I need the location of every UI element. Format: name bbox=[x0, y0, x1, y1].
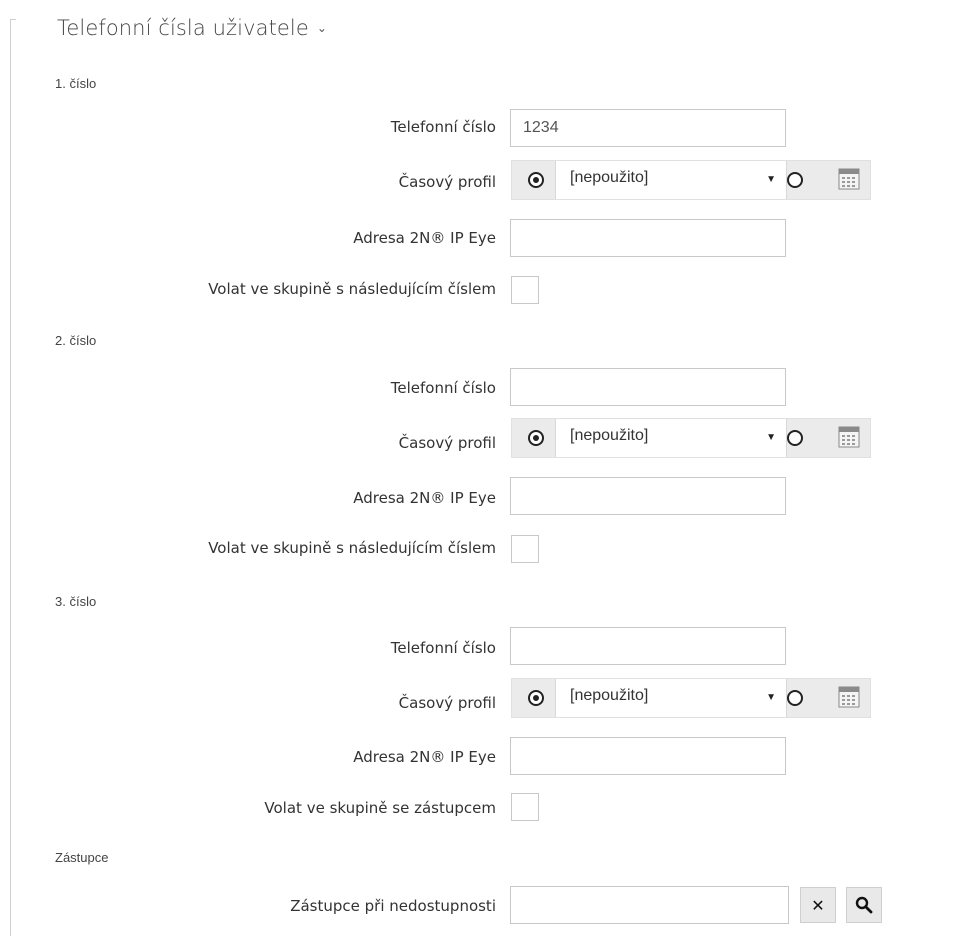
close-icon: ✕ bbox=[811, 895, 825, 915]
ip-eye-label: Adresa 2N® IP Eye bbox=[353, 229, 496, 247]
chevron-down-icon: ⌄ bbox=[316, 21, 328, 35]
time-profile-control-3: [nepoužito] ▼ bbox=[511, 678, 871, 718]
group-call-checkbox-3[interactable] bbox=[511, 793, 539, 821]
time-profile-select-1[interactable]: [nepoužito] ▼ bbox=[555, 161, 787, 199]
time-profile-select-3[interactable]: [nepoužito] ▼ bbox=[555, 679, 787, 717]
search-deputy-button[interactable] bbox=[846, 887, 882, 923]
ip-eye-input-1[interactable] bbox=[510, 219, 786, 257]
time-profile-label: Časový profil bbox=[398, 173, 496, 191]
ip-eye-label: Adresa 2N® IP Eye bbox=[353, 489, 496, 507]
dropdown-caret-icon: ▼ bbox=[766, 692, 776, 703]
section-title[interactable]: Telefonní čísla uživatele ⌄ bbox=[57, 16, 327, 40]
search-icon bbox=[855, 896, 873, 914]
time-profile-selected-value: [nepoužito] bbox=[570, 169, 649, 186]
time-profile-calendar-radio[interactable] bbox=[787, 690, 803, 706]
time-profile-select-radio[interactable] bbox=[528, 172, 544, 188]
phone-number-value: 1234 bbox=[523, 119, 559, 136]
section-frame-line bbox=[10, 19, 11, 936]
time-profile-selected-value: [nepoužito] bbox=[570, 427, 649, 444]
ip-eye-input-3[interactable] bbox=[510, 737, 786, 775]
phone-number-label: Telefonní číslo bbox=[390, 379, 496, 397]
group-label-deputy: Zástupce bbox=[55, 850, 109, 865]
phone-number-input-1[interactable]: 1234 bbox=[510, 109, 786, 147]
group-call-label: Volat ve skupině s následujícím číslem bbox=[208, 280, 496, 298]
ip-eye-input-2[interactable] bbox=[510, 477, 786, 515]
group-call-label: Volat ve skupině se zástupcem bbox=[264, 799, 496, 817]
clear-deputy-button[interactable]: ✕ bbox=[800, 887, 836, 923]
time-profile-select-radio[interactable] bbox=[528, 430, 544, 446]
dropdown-caret-icon: ▼ bbox=[766, 174, 776, 185]
section-frame-tick bbox=[10, 19, 16, 20]
group-label-number-2: 2. číslo bbox=[55, 333, 97, 348]
time-profile-select-radio[interactable] bbox=[528, 690, 544, 706]
phone-number-input-3[interactable] bbox=[510, 627, 786, 665]
time-profile-select-2[interactable]: [nepoužito] ▼ bbox=[555, 419, 787, 457]
ip-eye-label: Adresa 2N® IP Eye bbox=[353, 748, 496, 766]
time-profile-control-1: [nepoužito] ▼ bbox=[511, 160, 871, 200]
time-profile-control-2: [nepoužito] ▼ bbox=[511, 418, 871, 458]
group-call-checkbox-2[interactable] bbox=[511, 535, 539, 563]
phone-number-label: Telefonní číslo bbox=[390, 118, 496, 136]
time-profile-calendar-radio[interactable] bbox=[787, 172, 803, 188]
time-profile-label: Časový profil bbox=[398, 434, 496, 452]
deputy-input[interactable] bbox=[510, 886, 789, 924]
dropdown-caret-icon: ▼ bbox=[766, 432, 776, 443]
calendar-icon[interactable] bbox=[838, 426, 860, 448]
time-profile-calendar-radio[interactable] bbox=[787, 430, 803, 446]
time-profile-label: Časový profil bbox=[398, 694, 496, 712]
phone-number-label: Telefonní číslo bbox=[390, 639, 496, 657]
section-title-text: Telefonní čísla uživatele bbox=[57, 16, 309, 40]
phone-number-input-2[interactable] bbox=[510, 368, 786, 406]
deputy-label: Zástupce při nedostupnosti bbox=[290, 897, 496, 915]
group-label-number-1: 1. číslo bbox=[55, 76, 97, 91]
calendar-icon[interactable] bbox=[838, 168, 860, 190]
group-label-number-3: 3. číslo bbox=[55, 594, 97, 609]
time-profile-selected-value: [nepoužito] bbox=[570, 687, 649, 704]
group-call-checkbox-1[interactable] bbox=[511, 276, 539, 304]
group-call-label: Volat ve skupině s následujícím číslem bbox=[208, 539, 496, 557]
calendar-icon[interactable] bbox=[838, 686, 860, 708]
